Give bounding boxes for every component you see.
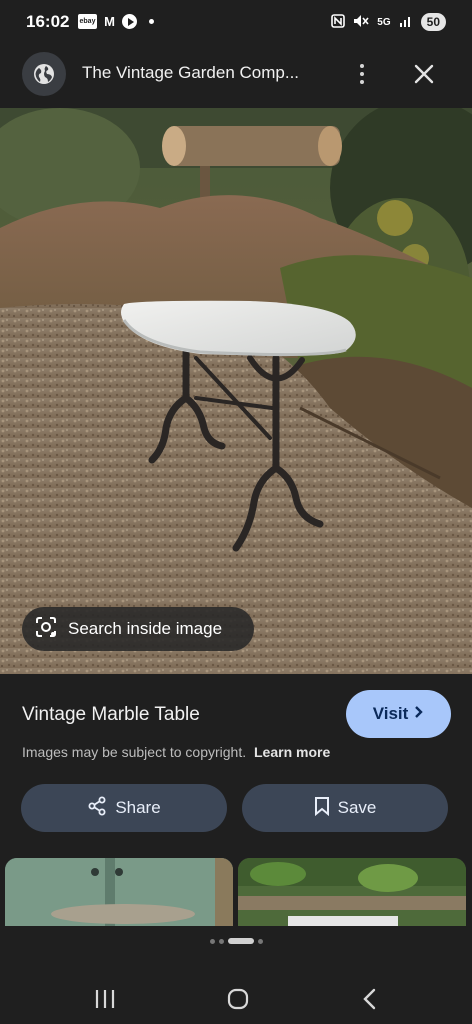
more-vert-icon[interactable]: [350, 60, 374, 88]
share-icon: [87, 796, 107, 821]
search-inside-image-button[interactable]: Search inside image: [22, 607, 254, 651]
pager-dot: [209, 938, 215, 944]
visit-label: Visit: [372, 704, 409, 723]
home-icon[interactable]: [218, 982, 258, 1016]
pager-dot: [218, 938, 224, 944]
share-button[interactable]: Share: [21, 784, 227, 832]
close-icon[interactable]: [410, 60, 438, 88]
ebay-icon: ebay: [78, 14, 97, 29]
result-details: Vintage Marble Table Visit Images may be…: [0, 674, 472, 974]
mute-icon: [353, 14, 369, 31]
related-image-thumbnail[interactable]: [5, 858, 233, 926]
main-image[interactable]: Search inside image: [0, 108, 472, 674]
gmail-icon: M: [104, 14, 115, 29]
recent-apps-icon[interactable]: [85, 982, 125, 1016]
bookmark-icon: [314, 796, 330, 821]
status-time: 16:02: [26, 12, 70, 31]
page-title: The Vintage Garden Comp...: [82, 63, 300, 82]
pager-dot-active: [227, 938, 254, 944]
lens-icon: [34, 615, 58, 644]
network-label: 5G: [377, 16, 391, 28]
nfc-icon: [331, 13, 346, 31]
related-image-thumbnail[interactable]: [238, 858, 466, 926]
status-bar: 16:02 ebay M 5G 50: [0, 0, 472, 44]
system-icons: 5G 50: [331, 13, 446, 31]
save-button[interactable]: Save: [242, 784, 448, 832]
play-icon: [122, 14, 137, 29]
table-photo: [0, 108, 472, 674]
carousel-pager: [0, 938, 472, 944]
save-label: Save: [337, 798, 377, 817]
copyright-text: Images may be subject to copyright.: [22, 744, 247, 760]
back-icon[interactable]: [350, 982, 390, 1016]
visit-button[interactable]: Visit: [346, 690, 451, 738]
notification-icons: ebay M: [78, 14, 154, 29]
network-5g-icon: 5G: [377, 17, 390, 28]
result-title: Vintage Marble Table: [22, 704, 200, 725]
pager-dot: [257, 938, 263, 944]
chevron-right-icon: [414, 704, 424, 724]
share-label: Share: [115, 798, 161, 817]
copyright-notice: Images may be subject to copyright. Lear…: [22, 744, 330, 760]
related-images: [0, 858, 472, 926]
signal-icon: [399, 14, 413, 31]
app-bar: The Vintage Garden Comp...: [0, 44, 472, 108]
system-nav-bar: [0, 974, 472, 1024]
search-inside-image-label: Search inside image: [68, 619, 223, 638]
learn-more-link[interactable]: Learn more: [254, 744, 330, 760]
battery-indicator: 50: [420, 13, 446, 31]
globe-icon[interactable]: [22, 52, 66, 96]
more-notifications-dot-icon: [149, 19, 154, 24]
